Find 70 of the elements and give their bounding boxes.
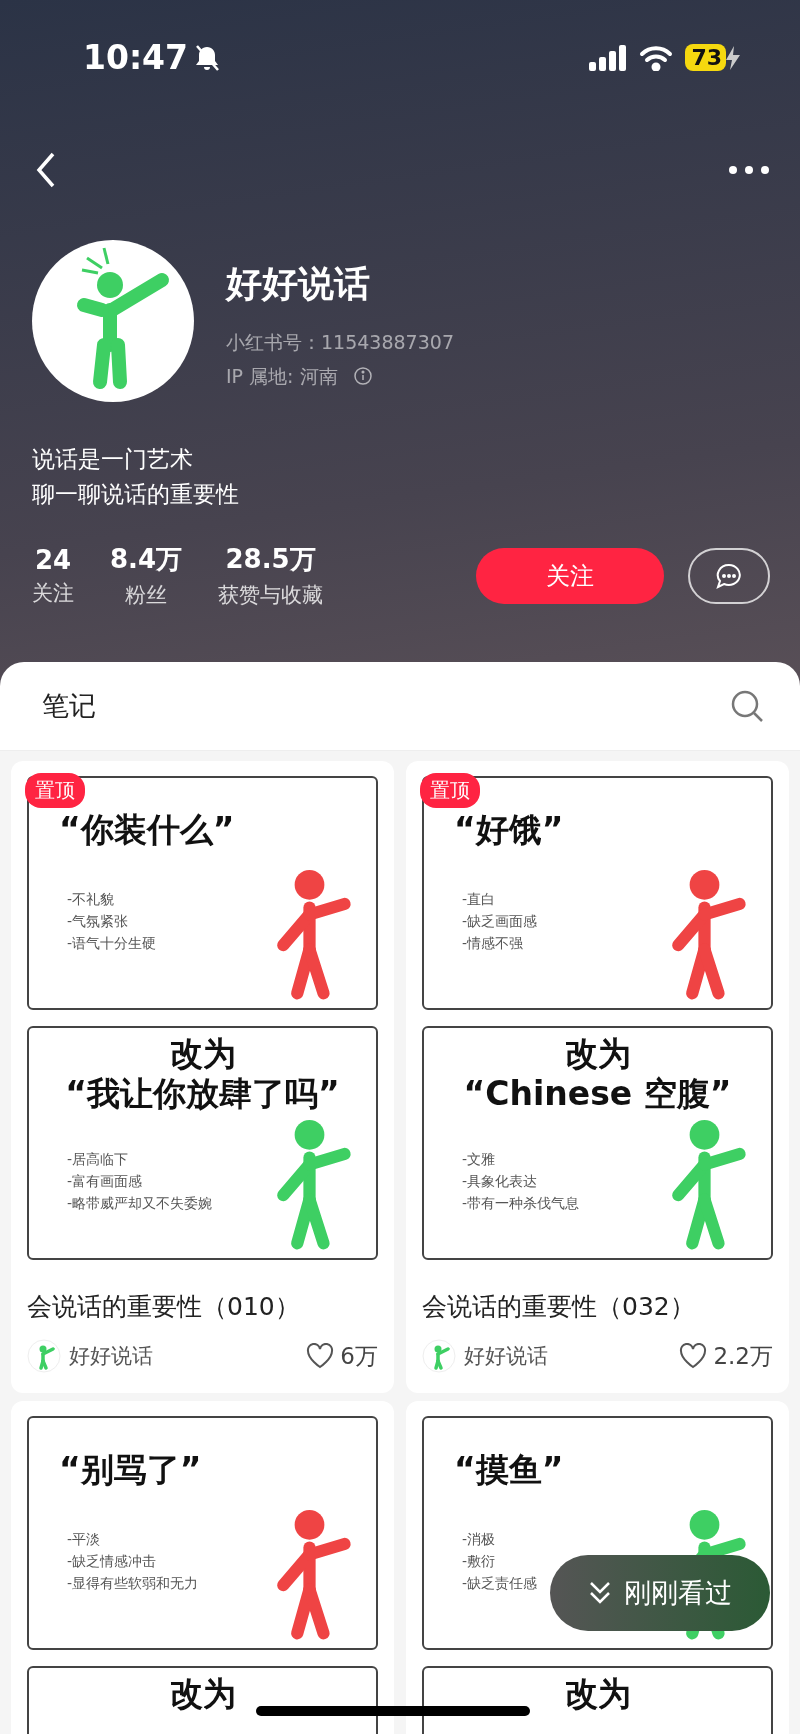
author-avatar	[422, 1339, 456, 1373]
note-title: 会说话的重要性（010）	[27, 1292, 300, 1321]
bio-text: 聊一聊说话的重要性	[32, 480, 239, 509]
back-icon[interactable]	[35, 152, 57, 188]
panel-heading: “Chinese 空腹”	[463, 1074, 732, 1114]
panel-heading: “别骂了”	[59, 1450, 202, 1490]
like-count: 6万	[340, 1341, 378, 1371]
panel-heading: “你装什么”	[59, 810, 235, 850]
panel-bullet: -气氛紧张	[67, 912, 129, 931]
bell-muted-icon	[194, 43, 221, 72]
battery-percentage: 73	[685, 44, 726, 71]
follow-button[interactable]: 关注	[476, 547, 664, 604]
panel-bullet: -略带威严却又不失委婉	[67, 1194, 213, 1213]
note-card[interactable]: 置顶 “你装什么” -不礼貌 -气氛紧张 -语气十分生硬 改为 “我让你放肆了吗” -居高临下 -富有画面感 -略带威严却又不失委婉 会说话的重要性（010） 好好说话 6万	[11, 761, 394, 1393]
panel-heading: “摸鱼”	[454, 1450, 564, 1490]
panel-bullet: -文雅	[462, 1150, 496, 1169]
search-icon[interactable]	[730, 689, 764, 723]
like-count: 2.2万	[713, 1341, 773, 1371]
panel-heading: 改为	[169, 1674, 236, 1714]
panel-bullet: -缺乏画面感	[462, 912, 538, 931]
stat-value: 28.5万	[225, 543, 316, 576]
stat-label: 关注	[32, 579, 74, 607]
ip-location: IP 属地: 河南	[226, 364, 338, 389]
panel-heading: “我让你放肆了吗”	[65, 1074, 340, 1114]
panel-bullet: -敷衍	[462, 1552, 496, 1571]
heart-icon[interactable]	[679, 1343, 708, 1369]
chat-bubble-icon	[715, 561, 743, 590]
stat-label: 获赞与收藏	[218, 582, 324, 609]
panel-heading: 改为	[564, 1674, 631, 1714]
panel-bullet: -带有一种杀伐气息	[462, 1194, 580, 1213]
bio-text: 说话是一门艺术	[32, 445, 193, 474]
message-button[interactable]	[688, 547, 770, 604]
pinned-badge: 置顶	[25, 773, 85, 808]
panel-bullet: -居高临下	[67, 1150, 129, 1169]
info-icon[interactable]	[353, 367, 372, 385]
double-chevron-down-icon	[588, 1580, 612, 1606]
profile-name: 好好说话	[226, 262, 371, 306]
panel-heading: “好饿”	[454, 810, 564, 850]
more-icon[interactable]	[728, 165, 770, 175]
author-name: 好好说话	[464, 1343, 548, 1370]
panel-bullet: -不礼貌	[67, 890, 115, 909]
panel-bullet: -情感不强	[462, 934, 524, 953]
panel-heading: 改为	[169, 1034, 236, 1074]
panel-bullet: -富有画面感	[67, 1172, 143, 1191]
note-card[interactable]: “别骂了” -平淡 -缺乏情感冲击 -显得有些软弱和无力 改为	[11, 1401, 394, 1734]
panel-bullet: -消极	[462, 1530, 496, 1549]
wifi-icon	[639, 44, 674, 71]
panel-bullet: -直白	[462, 890, 496, 909]
heart-icon[interactable]	[306, 1343, 335, 1369]
avatar[interactable]	[32, 240, 194, 402]
author-avatar	[27, 1339, 61, 1373]
panel-bullet: -具象化表达	[462, 1172, 538, 1191]
stat-label: 粉丝	[125, 582, 168, 609]
tab[interactable]: 笔记	[42, 688, 96, 724]
panel-bullet: -缺乏情感冲击	[67, 1552, 157, 1571]
stat-value: 24	[34, 544, 72, 575]
stat-value: 8.4万	[110, 543, 183, 576]
panel-heading: 改为	[564, 1034, 631, 1074]
panel-bullet: -显得有些软弱和无力	[67, 1574, 199, 1593]
panel-bullet: -语气十分生硬	[67, 934, 157, 953]
panel-bullet: -平淡	[67, 1530, 101, 1549]
signal-icon	[589, 44, 628, 71]
account-id: 小红书号：11543887307	[226, 330, 454, 355]
recently-viewed-button[interactable]: 刚刚看过	[550, 1555, 770, 1631]
pinned-badge: 置顶	[420, 773, 480, 808]
status-time: 10:47	[83, 38, 189, 77]
note-card[interactable]: 置顶 “好饿” -直白 -缺乏画面感 -情感不强 改为 “Chinese 空腹” -文雅 -具象化表达 -带有一种杀伐气息 会说话的重要性（032） 好好说话 2.2万	[406, 761, 789, 1393]
panel-bullet: -缺乏责任感	[462, 1574, 538, 1593]
author-name: 好好说话	[69, 1343, 153, 1370]
note-title: 会说话的重要性（032）	[422, 1292, 695, 1321]
